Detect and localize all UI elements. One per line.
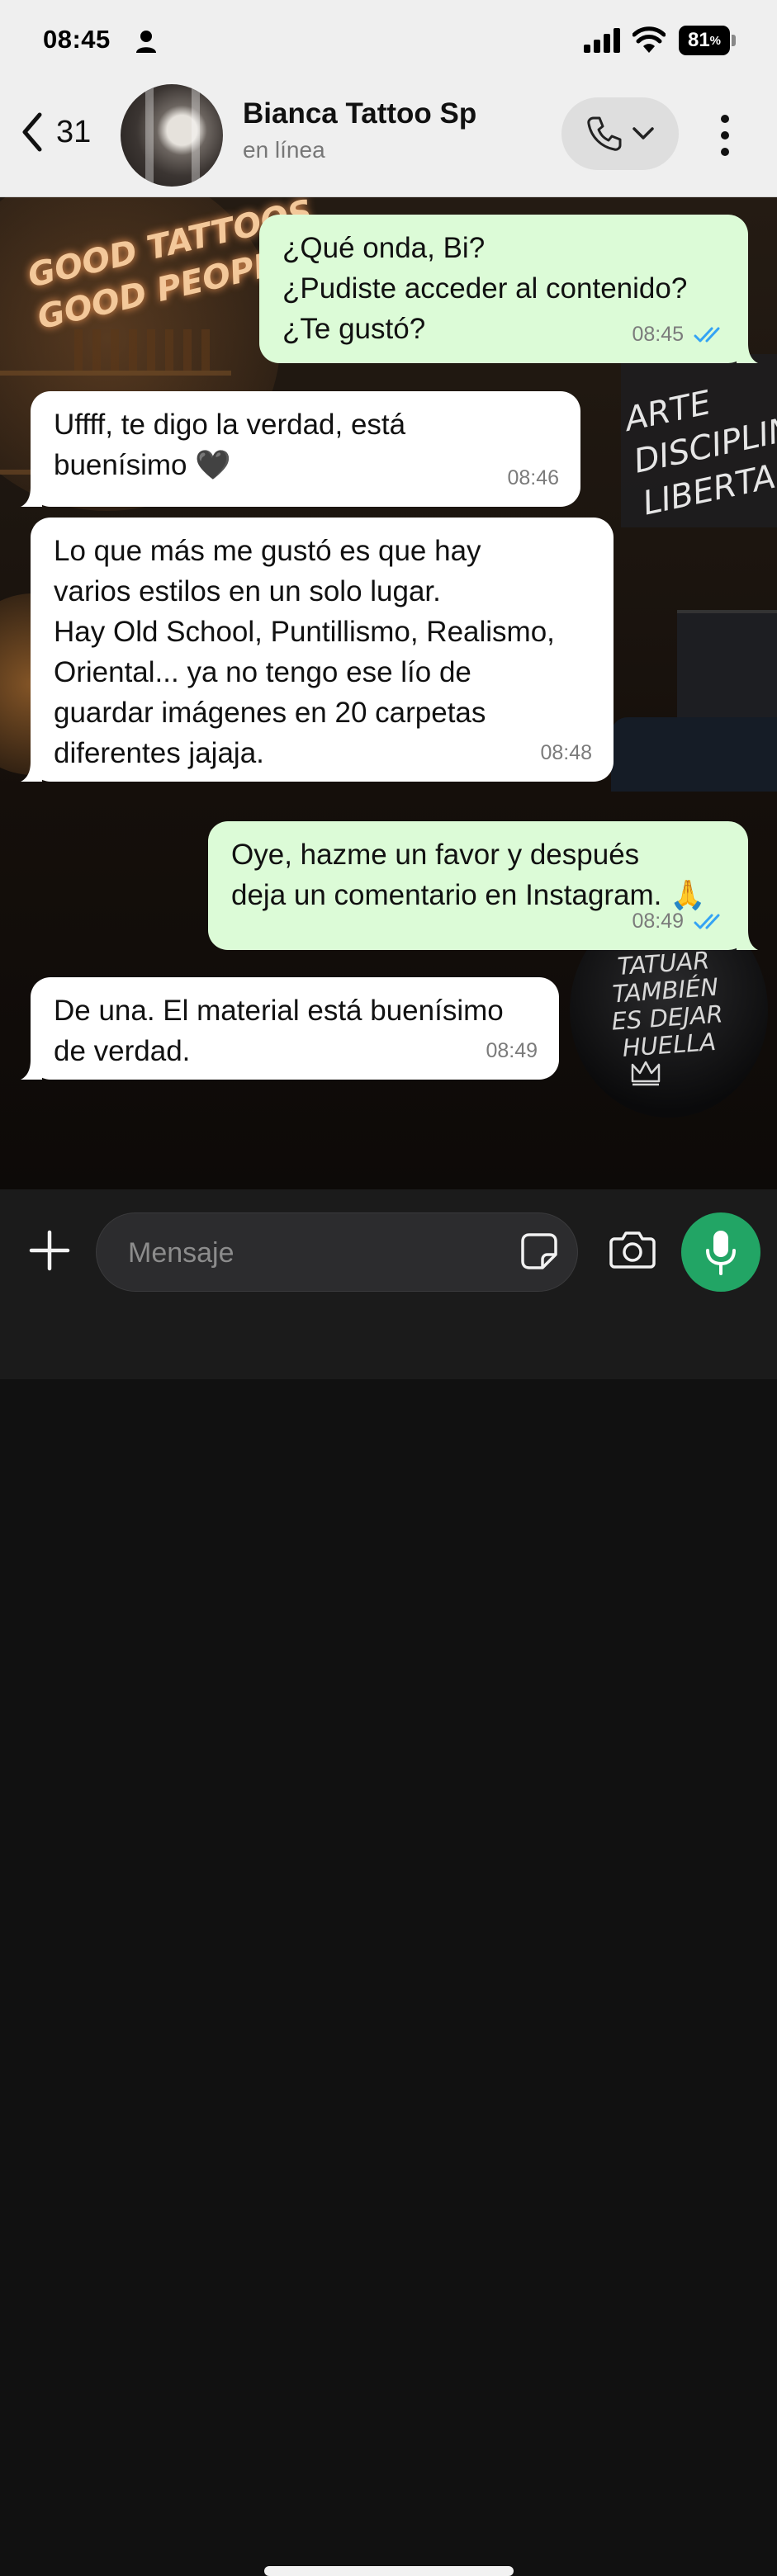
contact-name[interactable]: Bianca Tattoo Sp [243,97,476,130]
background-shelf [0,371,231,376]
cellular-signal-icon [584,28,620,53]
message-bubble-incoming[interactable]: Lo que más me gustó es que hay varios es… [21,518,614,782]
wifi-icon [632,26,666,53]
contact-status: en línea [243,137,325,163]
home-indicator[interactable] [264,2566,514,2576]
message-meta: 08:49 [632,901,727,942]
background-bottles [74,329,215,371]
sticker-icon[interactable] [519,1231,559,1271]
message-meta: 08:46 [507,458,559,499]
unread-count: 31 [56,114,92,149]
message-text: De una. El material está buenísimo de ve… [54,995,504,1067]
back-button[interactable]: 31 [18,107,91,157]
more-vertical-icon[interactable] [715,114,735,157]
battery-level: 81% [679,26,730,55]
crown-icon [631,1061,661,1086]
battery-tip [732,35,736,46]
call-button[interactable] [561,97,679,170]
phone-icon [587,116,622,151]
bubble-tail [21,1060,42,1080]
background-couch [611,717,777,792]
message-bubble-outgoing[interactable]: Oye, hazme un favor y después deja un co… [208,821,758,950]
message-time: 08:45 [632,323,684,346]
battery-unit: % [709,33,722,48]
double-check-icon [694,327,720,342]
message-text: Uffff, te digo la verdad, está buenísimo… [54,409,406,481]
voice-message-button[interactable] [681,1212,760,1292]
status-bar: 08:45 81% [0,0,777,83]
battery-percentage: 81 [687,29,710,51]
chevron-down-icon [632,127,654,139]
message-time: 08:46 [507,466,559,489]
message-time: 08:49 [632,910,684,933]
message-time: 08:48 [540,741,592,764]
person-icon [136,31,156,53]
plus-icon[interactable] [28,1229,71,1272]
chat-area[interactable]: GOOD TATTOOS GOOD PEOPLE ARTE DISCIPLINA… [0,197,777,1189]
battery-icon: 81% [679,26,737,55]
message-bubble-outgoing[interactable]: ¿Qué onda, Bi? ¿Pudiste acceder al conte… [259,215,758,363]
background-shelf [0,470,33,475]
status-time: 08:45 [43,25,111,54]
bubble-tail [737,930,758,950]
message-meta: 08:49 [486,1031,538,1071]
avatar[interactable] [121,84,223,187]
chevron-left-icon [22,112,42,152]
message-meta: 08:48 [540,733,592,773]
camera-icon[interactable] [609,1229,656,1269]
bubble-tail [21,487,42,507]
message-time: 08:49 [486,1039,538,1062]
message-bubble-incoming[interactable]: Uffff, te digo la verdad, está buenísimo… [21,391,580,507]
microphone-icon [706,1231,736,1275]
avatar-detail [145,84,154,187]
message-bubble-incoming[interactable]: De una. El material está buenísimo de ve… [21,977,559,1080]
message-input[interactable] [126,1213,509,1293]
bubble-tail [737,343,758,363]
chat-header: 31 Bianca Tattoo Sp en línea [0,83,777,197]
message-composer [0,1189,777,2576]
message-meta: 08:45 [632,314,727,355]
stool-text: TATUAR TAMBIÉN ES DEJAR HUELLA [610,946,724,1062]
bubble-tail [21,762,42,782]
avatar-detail [192,84,200,187]
message-input-container[interactable] [96,1212,578,1293]
double-check-icon [694,914,720,929]
message-text: Lo que más me gustó es que hay varios es… [54,535,555,769]
